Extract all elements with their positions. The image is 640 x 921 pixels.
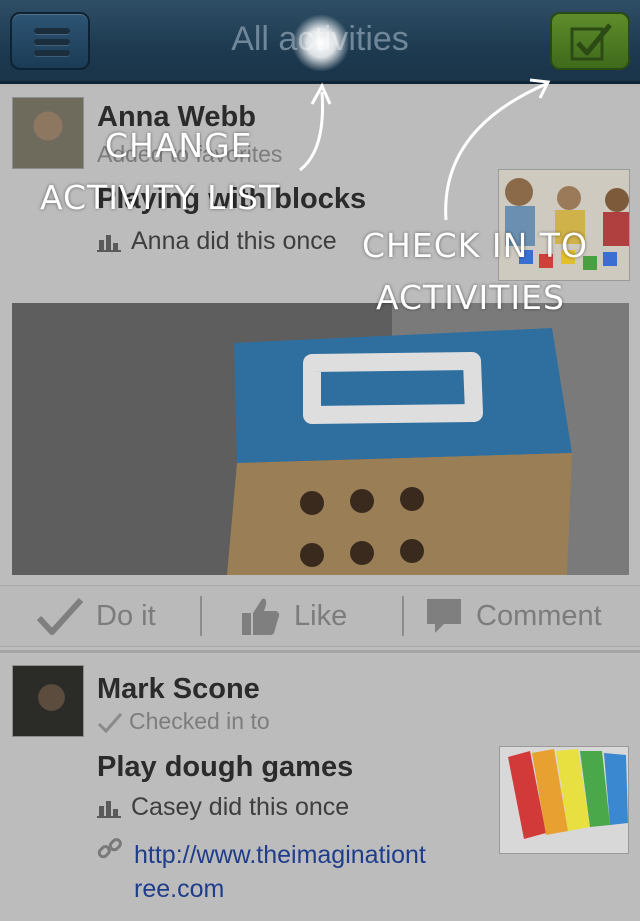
annotation-arrows <box>299 78 551 221</box>
annotation-checkin-line1: CHECK IN TO <box>362 226 588 265</box>
annotation-change-line2: ACTIVITY LIST <box>40 178 281 217</box>
annotation-checkin-line2: ACTIVITIES <box>376 278 565 317</box>
annotation-change-line1: CHANGE <box>105 126 253 165</box>
